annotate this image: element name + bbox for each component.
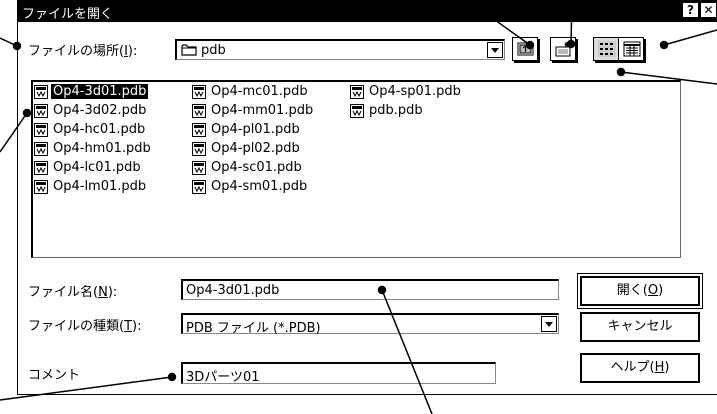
comment-value: 3Dパーツ01 (186, 370, 260, 385)
close-button[interactable]: ✕ (700, 2, 717, 18)
file-name: Op4-3d02.pdb (53, 103, 147, 118)
filename-value: Op4-3d01.pdb (186, 283, 280, 298)
folder-icon (181, 44, 197, 56)
pdb-file-icon (192, 85, 206, 99)
pdb-file-icon (192, 161, 206, 175)
chevron-down-icon[interactable] (487, 42, 503, 58)
pdb-file-icon (350, 85, 364, 99)
file-list[interactable]: Op4-3d01.pdb Op4-3d02.pdb Op4-hc01.pdb Op4-… (31, 80, 681, 258)
list-view-icon (598, 41, 616, 57)
details-view-button[interactable] (618, 37, 644, 61)
callout-line-lookin (0, 37, 18, 47)
dialog-title: ファイルを開く (22, 7, 114, 22)
pdb-file-icon (34, 85, 48, 99)
file-name: Op4-lc01.pdb (53, 160, 141, 175)
comment-input[interactable]: 3Dパーツ01 (181, 362, 496, 385)
file-name: Op4-mm01.pdb (211, 103, 314, 118)
pdb-file-icon (350, 104, 364, 118)
file-name: Op4-sm01.pdb (211, 179, 308, 194)
open-file-dialog: ファイルを開く ? ✕ ファイルの場所(I): pdb Op4-3d01.pdb… (17, 0, 717, 395)
help-dialog-button[interactable]: ヘルプ(H) (580, 353, 700, 383)
new-folder-button[interactable] (550, 37, 576, 61)
up-one-level-icon (517, 42, 534, 56)
pdb-file-icon (192, 123, 206, 137)
file-name: Op4-hm01.pdb (53, 141, 151, 156)
help-button[interactable]: ? (682, 2, 699, 18)
lookin-value: pdb (201, 43, 226, 58)
comment-label: コメント (28, 368, 81, 383)
filetype-combo[interactable]: PDB ファイル (*.PDB) (181, 313, 559, 336)
file-name: Op4-sc01.pdb (211, 160, 302, 175)
create-new-folder-icon (555, 42, 571, 57)
file-name: Op4-3d01.pdb (51, 84, 149, 99)
pdb-file-icon (34, 123, 48, 137)
file-name: Op4-mc01.pdb (211, 84, 308, 99)
file-name: Op4-pl01.pdb (211, 122, 300, 137)
file-name: pdb.pdb (369, 103, 423, 118)
pdb-file-icon (34, 180, 48, 194)
pdb-file-icon (192, 142, 206, 156)
file-name: Op4-pl02.pdb (211, 141, 300, 156)
list-view-button[interactable] (593, 37, 619, 61)
pdb-file-icon (34, 104, 48, 118)
lookin-combo[interactable]: pdb (175, 39, 505, 60)
file-name: Op4-hc01.pdb (53, 122, 146, 137)
lookin-label: ファイルの場所(I): (28, 44, 138, 59)
filename-label: ファイル名(N): (28, 285, 118, 300)
pdb-file-icon (192, 180, 206, 194)
details-view-icon (623, 41, 641, 57)
filetype-value: PDB ファイル (*.PDB) (186, 321, 321, 336)
file-name: Op4-lm01.pdb (53, 179, 147, 194)
cancel-button[interactable]: キャンセル (580, 312, 700, 342)
file-name: Op4-sp01.pdb (369, 84, 461, 99)
pdb-file-icon (34, 142, 48, 156)
pdb-file-icon (192, 104, 206, 118)
filename-input[interactable]: Op4-3d01.pdb (181, 279, 559, 300)
pdb-file-icon (34, 161, 48, 175)
up-one-level-button[interactable] (512, 37, 538, 61)
open-button[interactable]: 開く(O) (577, 273, 703, 309)
title-bar[interactable]: ファイルを開く ? ✕ (18, 0, 717, 22)
chevron-down-icon[interactable] (541, 316, 557, 332)
filetype-label: ファイルの種類(T): (28, 319, 142, 334)
